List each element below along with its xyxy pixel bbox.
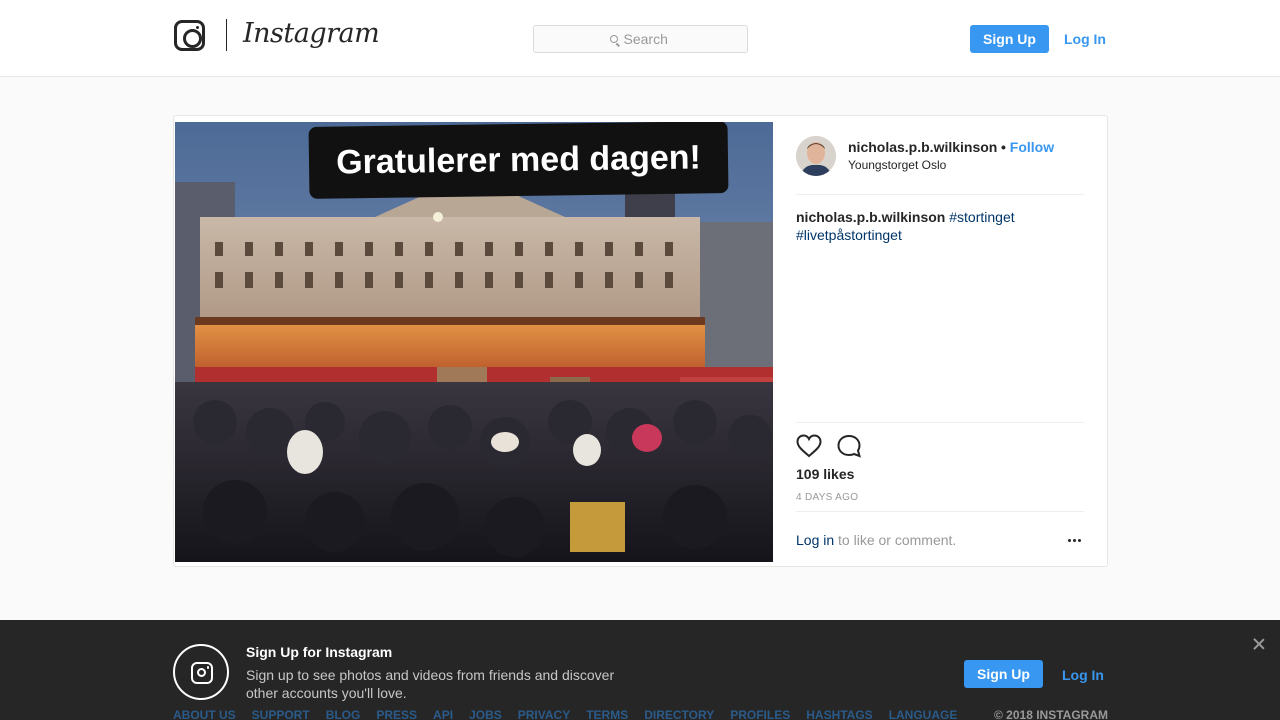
hashtag-link[interactable]: #stortinget — [949, 209, 1014, 225]
caption-username[interactable]: nicholas.p.b.wilkinson — [796, 209, 945, 225]
footer-link-profiles[interactable]: PROFILES — [730, 708, 790, 720]
avatar[interactable] — [796, 136, 836, 176]
logo-divider — [226, 19, 227, 51]
signup-banner-title: Sign Up for Instagram — [246, 644, 393, 660]
footer-login-link[interactable]: Log In — [1062, 667, 1104, 683]
signup-banner: Sign Up for Instagram Sign up to see pho… — [0, 620, 1280, 720]
divider — [796, 194, 1084, 195]
divider — [796, 511, 1084, 512]
instagram-wordmark[interactable]: Instagram — [243, 18, 380, 49]
divider — [796, 422, 1084, 423]
image-banner-text: Gratulerer med dagen! — [308, 122, 729, 199]
footer-link-directory[interactable]: DIRECTORY — [644, 708, 714, 720]
footer-link-language[interactable]: LANGUAGE — [889, 708, 958, 720]
login-link[interactable]: Log In — [1064, 31, 1106, 47]
login-prompt-suffix: to like or comment. — [834, 532, 957, 548]
avatar-portrait — [796, 136, 836, 176]
login-prompt: Log in to like or comment. — [796, 532, 956, 548]
comment-icon[interactable] — [836, 434, 862, 458]
footer-link-jobs[interactable]: JOBS — [469, 708, 502, 720]
post-timestamp[interactable]: 4 DAYS AGO — [796, 492, 858, 503]
footer-link-blog[interactable]: BLOG — [326, 708, 361, 720]
signup-button[interactable]: Sign Up — [970, 25, 1049, 53]
post-sidebar: nicholas.p.b.wilkinson • Follow Youngsto… — [796, 116, 1084, 566]
close-icon[interactable] — [1252, 637, 1266, 651]
copyright: © 2018 INSTAGRAM — [994, 708, 1108, 720]
footer-link-press[interactable]: PRESS — [376, 708, 417, 720]
footer-link-hashtags[interactable]: HASHTAGS — [806, 708, 872, 720]
post-photo[interactable]: Gratulerer med dagen! — [175, 122, 773, 562]
post-location[interactable]: Youngstorget Oslo — [848, 158, 946, 172]
footer-link-support[interactable]: SUPPORT — [252, 708, 310, 720]
instagram-logo-icon — [173, 644, 229, 700]
likes-count[interactable]: 109 likes — [796, 466, 854, 482]
instagram-camera-icon[interactable] — [174, 20, 205, 51]
post-caption: nicholas.p.b.wilkinson #stortinget #live… — [796, 208, 1056, 244]
follow-button[interactable]: Follow — [1010, 139, 1054, 155]
post-username[interactable]: nicholas.p.b.wilkinson — [848, 139, 997, 155]
separator-dot: • — [1001, 139, 1006, 155]
login-to-like-link[interactable]: Log in — [796, 532, 834, 548]
hashtag-link[interactable]: #livetpåstortinget — [796, 227, 902, 243]
footer-signup-button[interactable]: Sign Up — [964, 660, 1043, 688]
search-icon — [609, 35, 618, 43]
heart-icon[interactable] — [796, 434, 822, 458]
footer-link-privacy[interactable]: PRIVACY — [518, 708, 570, 720]
footer-link-terms[interactable]: TERMS — [586, 708, 628, 720]
more-options-icon[interactable] — [1068, 539, 1082, 543]
follow-group: • Follow — [1001, 139, 1054, 155]
footer-link-api[interactable]: API — [433, 708, 453, 720]
post-card: Gratulerer med dagen! nicholas.p.b.wilki… — [173, 115, 1108, 567]
footer-link-about[interactable]: ABOUT US — [173, 708, 236, 720]
top-nav: Instagram Sign Up Log In — [0, 0, 1280, 77]
signup-banner-description: Sign up to see photos and videos from fr… — [246, 667, 615, 701]
search-box[interactable] — [533, 25, 748, 53]
search-input[interactable] — [623, 31, 672, 47]
footer-nav: ABOUT US SUPPORT BLOG PRESS API JOBS PRI… — [173, 708, 957, 720]
